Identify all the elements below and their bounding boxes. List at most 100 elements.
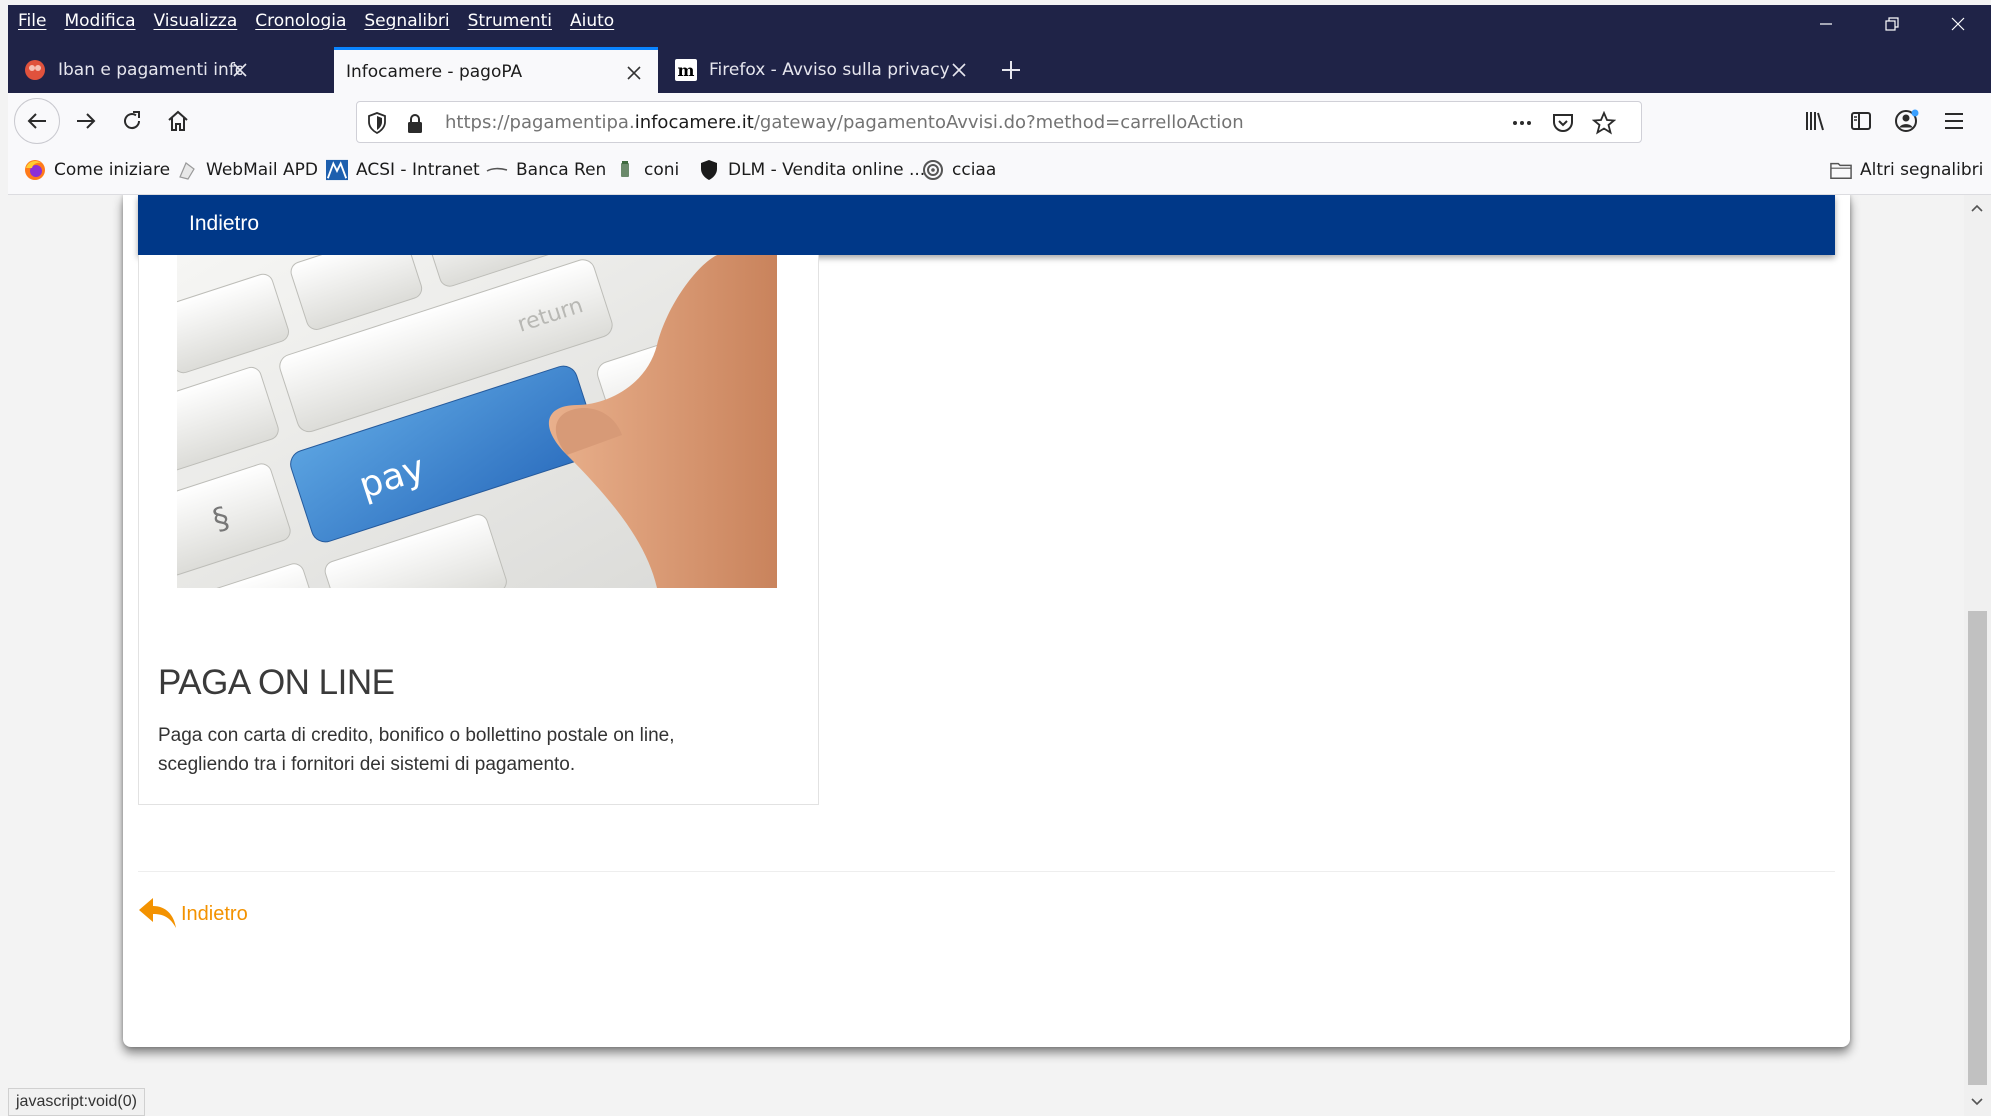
other-bookmarks[interactable]: Altri segnalibri — [1830, 159, 1983, 181]
tab-title: Infocamere - pagoPA — [346, 61, 523, 82]
shield-icon — [698, 159, 720, 181]
hamburger-menu-icon — [1945, 113, 1963, 129]
header-back-link[interactable]: Indietro — [189, 212, 259, 236]
close-icon — [233, 63, 247, 77]
acsi-icon — [326, 159, 348, 181]
tab-close-button[interactable] — [228, 58, 252, 82]
page-card: Indietro return § pay PAGA ON LINE Paga … — [123, 195, 1850, 1047]
library-button[interactable] — [1795, 101, 1835, 141]
menu-visualizza[interactable]: Visualizza — [154, 11, 238, 31]
tab-iban[interactable]: Iban e pagamenti informatici | — [12, 47, 264, 93]
lock-icon[interactable] — [403, 111, 427, 135]
bookmark-label: coni — [644, 160, 680, 180]
tab-title: Firefox - Avviso sulla privacy — — [709, 60, 949, 80]
bookmark-label: cciaa — [952, 160, 997, 180]
url-text: https://pagamentipa.infocamere.it/gatewa… — [445, 112, 1244, 133]
menu-segnalibri[interactable]: Segnalibri — [364, 11, 449, 31]
bookmark-webmail-apd[interactable]: WebMail APD — [176, 159, 318, 181]
bookmark-come-iniziare[interactable]: Come iniziare — [24, 159, 170, 181]
bank-icon — [486, 159, 508, 181]
bookmark-dlm[interactable]: DLM - Vendita online ... — [698, 159, 925, 181]
pocket-icon — [1553, 114, 1573, 132]
footer-back-link[interactable]: Indietro — [137, 895, 248, 933]
bookmark-acsi-intranet[interactable]: ACSI - Intranet — [326, 159, 480, 181]
chevron-down-icon — [1971, 1098, 1983, 1106]
navigation-toolbar: https://pagamentipa.infocamere.it/gatewa… — [8, 93, 1991, 149]
bookmark-label: DLM - Vendita online ... — [728, 160, 926, 180]
restore-icon — [1885, 17, 1899, 31]
page-viewport: Indietro return § pay PAGA ON LINE Paga … — [8, 195, 1964, 1116]
more-horizontal-icon — [1513, 121, 1531, 125]
bookmark-label: WebMail APD — [206, 160, 318, 180]
bookmark-star-button[interactable] — [1592, 111, 1616, 135]
menu-bar: File Modifica Visualizza Cronologia Segn… — [8, 5, 1991, 43]
tab-pagopa[interactable]: Infocamere - pagoPA — [334, 47, 658, 93]
pay-online-tile[interactable]: return § pay PAGA ON LINE Paga con carta… — [138, 255, 819, 805]
back-button[interactable] — [14, 98, 60, 144]
bookmark-banca-ren[interactable]: Banca Ren — [486, 159, 606, 181]
account-button[interactable] — [1887, 101, 1927, 141]
tracking-protection-shield-icon[interactable] — [365, 111, 389, 135]
page-header-bar: Indietro — [138, 195, 1835, 255]
open-menu-button[interactable] — [1934, 101, 1974, 141]
scroll-up-button[interactable] — [1968, 199, 1986, 217]
bookmark-cciaa[interactable]: cciaa — [922, 159, 996, 181]
webmail-icon — [176, 159, 198, 181]
arrow-left-icon — [27, 113, 46, 129]
restore-button[interactable] — [1859, 5, 1925, 43]
browser-window: File Modifica Visualizza Cronologia Segn… — [0, 0, 1991, 1116]
tab-title: Iban e pagamenti informatici | — [58, 60, 242, 80]
menu-cronologia[interactable]: Cronologia — [255, 11, 346, 31]
vertical-scrollbar[interactable] — [1964, 195, 1991, 1116]
status-bar-link-preview: javascript:void(0) — [8, 1088, 145, 1116]
url-path: /gateway/pagamentoAvvisi.do?method=carre… — [753, 112, 1244, 133]
close-icon — [627, 66, 641, 80]
menu-strumenti[interactable]: Strumenti — [468, 11, 552, 31]
url-host: infocamere.it — [634, 112, 754, 133]
cciaa-icon — [922, 159, 944, 181]
sidebar-icon — [1851, 112, 1871, 130]
bookmark-label: ACSI - Intranet — [356, 160, 480, 180]
bookmarks-toolbar: Come iniziare WebMail APD ACSI - Intrane… — [8, 149, 1991, 195]
account-icon — [1895, 109, 1919, 132]
red-circle-favicon — [25, 60, 45, 80]
footer-back-label: Indietro — [181, 902, 248, 925]
close-icon — [952, 63, 966, 77]
firefox-icon — [24, 159, 46, 181]
scroll-down-button[interactable] — [1968, 1093, 1986, 1111]
folder-icon — [1830, 159, 1852, 181]
tab-close-button[interactable] — [622, 61, 646, 85]
home-button[interactable] — [158, 101, 198, 141]
svg-text:m: m — [678, 61, 695, 80]
content-divider — [138, 871, 1835, 872]
minimize-icon — [1820, 23, 1832, 25]
reload-icon — [124, 111, 141, 130]
address-bar[interactable]: https://pagamentipa.infocamere.it/gatewa… — [356, 101, 1642, 143]
tab-firefox-privacy[interactable]: m Firefox - Avviso sulla privacy — — [663, 47, 983, 93]
tab-close-button[interactable] — [947, 58, 971, 82]
close-window-button[interactable] — [1925, 5, 1991, 43]
menu-aiuto[interactable]: Aiuto — [570, 11, 614, 31]
page-actions-button[interactable] — [1510, 111, 1534, 135]
forward-button[interactable] — [66, 101, 106, 141]
keyboard-pay-image: return § pay — [177, 255, 777, 588]
bookmark-coni[interactable]: coni — [614, 159, 679, 181]
home-icon — [168, 110, 188, 131]
bookmark-label: Come iniziare — [54, 160, 171, 180]
menu-file[interactable]: File — [18, 11, 46, 31]
close-icon — [1951, 17, 1965, 31]
other-bookmarks-label: Altri segnalibri — [1860, 160, 1984, 180]
url-scheme: https://pagamentipa. — [445, 112, 635, 133]
star-icon — [1592, 111, 1616, 135]
library-icon — [1806, 112, 1824, 131]
arrow-right-icon — [77, 113, 96, 129]
pay-online-title: PAGA ON LINE — [158, 663, 395, 702]
pocket-button[interactable] — [1551, 111, 1575, 135]
pay-online-description: Paga con carta di credito, bonifico o bo… — [158, 725, 675, 775]
sidebar-button[interactable] — [1841, 101, 1881, 141]
minimize-button[interactable] — [1793, 5, 1859, 43]
scroll-thumb[interactable] — [1968, 611, 1987, 1085]
menu-modifica[interactable]: Modifica — [64, 11, 135, 31]
reload-button[interactable] — [112, 101, 152, 141]
new-tab-button[interactable] — [994, 53, 1028, 87]
